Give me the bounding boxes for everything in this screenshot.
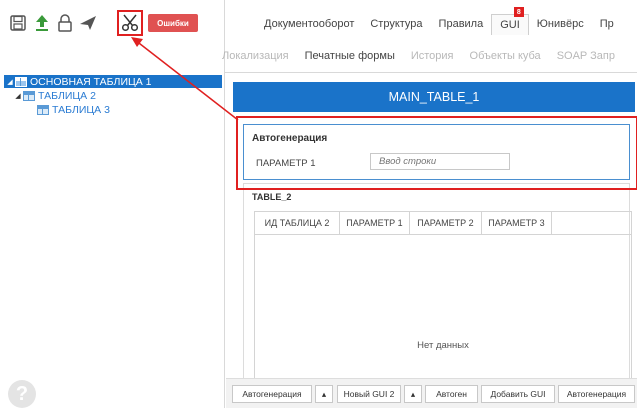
bottom-toolbar: Автогенерация ▴ Новый GUI 2 ▴ Автоген До… [226,378,637,408]
add-gui-button[interactable]: Добавить GUI [481,385,555,403]
annotation-arrow [131,37,239,121]
autogeneration-button-truncated[interactable]: Автоген [425,385,478,403]
autogeneration-button[interactable]: Автогенерация [558,385,635,403]
new-gui-2-button[interactable]: Новый GUI 2 [337,385,401,403]
collapse-up-button[interactable]: ▴ [315,385,333,403]
collapse-up-button[interactable]: ▴ [404,385,422,403]
autogeneration-button[interactable]: Автогенерация [232,385,312,403]
